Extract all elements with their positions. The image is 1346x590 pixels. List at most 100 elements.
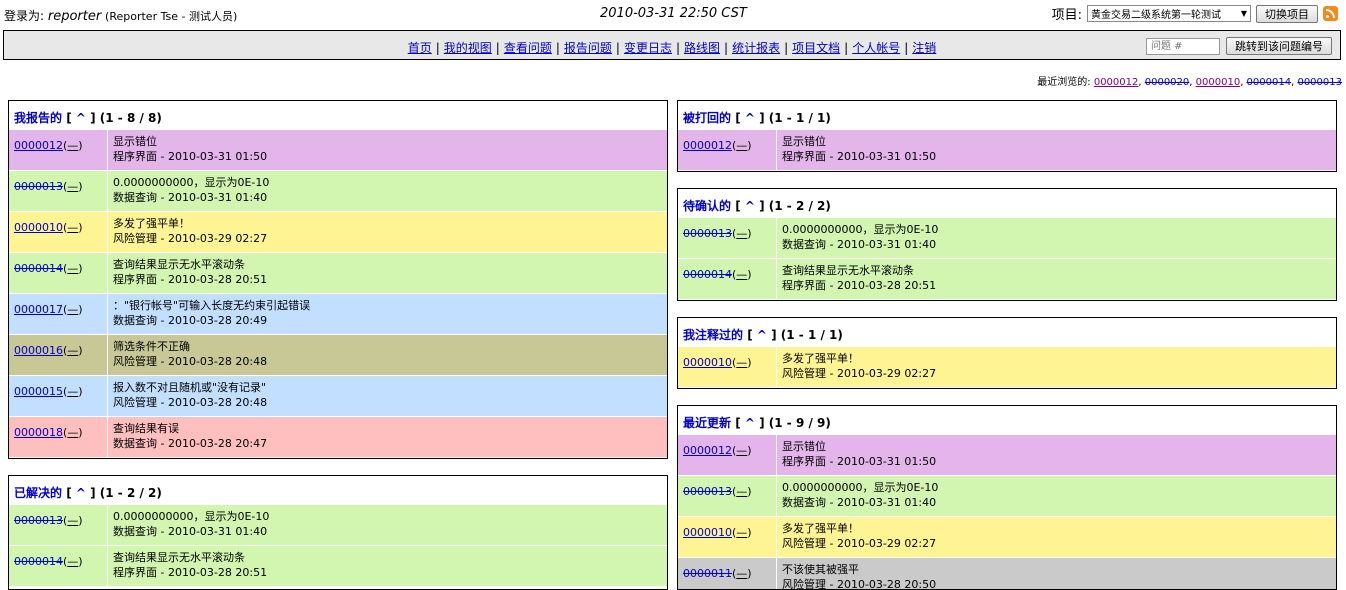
issue-summary-cell: 0.0000000000，显示为0E-10 数据查询 - 2010-03-31 0… (108, 505, 667, 545)
note-count-link[interactable]: — (736, 526, 747, 539)
switch-project-button[interactable]: 切换项目 (1256, 4, 1318, 23)
panel-title-link[interactable]: 我报告的 (14, 111, 62, 125)
issue-id-link[interactable]: 0000013 (683, 485, 732, 498)
issue-id-link[interactable]: 0000015 (14, 385, 63, 398)
note-count-link[interactable]: — (67, 139, 78, 152)
note-count-link[interactable]: — (736, 567, 747, 580)
collapse-up-link[interactable]: ^ (745, 111, 755, 125)
nav-link-6[interactable]: 统计报表 (732, 41, 780, 55)
panel-title-link[interactable]: 已解决的 (14, 486, 62, 500)
issue-row: 0000010(—) 多发了强平单！ 风险管理 - 2010-03-29 02:27 (678, 346, 1336, 387)
collapse-up-link[interactable]: ^ (757, 328, 767, 342)
note-count-link[interactable]: — (736, 139, 747, 152)
nav-link-3[interactable]: 报告问题 (564, 41, 612, 55)
panel-recently-modified: 最近更新 [ ^ ] (1 - 9 / 9) 0000012(—) 显示错位 程序界面… (677, 405, 1337, 590)
issue-row: 0000013(—) 0.0000000000，显示为0E-10 数据查询 - 20… (9, 504, 667, 545)
note-count-link[interactable]: — (736, 356, 747, 369)
issue-category-date: 风险管理 - 2010-03-29 02:27 (782, 367, 937, 380)
issue-category-date: 数据查询 - 2010-03-31 01:40 (782, 238, 937, 251)
note-count-link[interactable]: — (67, 426, 78, 439)
nav-separator: | (904, 41, 909, 55)
panel-count: (1 - 1 / 1) (768, 111, 831, 125)
recent-issue-link[interactable]: 0000020 (1145, 77, 1190, 88)
note-count-link[interactable]: — (736, 268, 747, 281)
note-count-link[interactable]: — (67, 180, 78, 193)
issue-summary: 筛选条件不正确 (113, 340, 190, 353)
note-count-link[interactable]: — (736, 444, 747, 457)
note-count-link[interactable]: — (736, 227, 747, 240)
note-count-link[interactable]: — (736, 485, 747, 498)
issue-id-link[interactable]: 0000017 (14, 303, 63, 316)
issue-id-link[interactable]: 0000016 (14, 344, 63, 357)
note-count-link[interactable]: — (67, 514, 78, 527)
paren-close: ) (78, 555, 83, 568)
issue-summary: 0.0000000000，显示为0E-10 (782, 223, 939, 236)
note-count-link[interactable]: — (67, 344, 78, 357)
issue-id-link[interactable]: 0000013 (683, 227, 732, 240)
nav-separator: | (675, 41, 681, 55)
issue-category-date: 程序界面 - 2010-03-31 01:50 (782, 455, 937, 468)
issue-summary: 显示错位 (782, 440, 826, 453)
issue-summary-cell: 报入数不对且随机或"没有记录" 风险管理 - 2010-03-28 20:48 (108, 376, 667, 416)
recent-issue-link[interactable]: 0000012 (1094, 77, 1139, 88)
collapse-up-link[interactable]: ^ (745, 416, 755, 430)
issue-id-link[interactable]: 0000013 (14, 514, 63, 527)
nav-link-5[interactable]: 路线图 (684, 41, 720, 55)
collapse-up-link[interactable]: ^ (76, 111, 86, 125)
issue-id-link[interactable]: 0000014 (683, 268, 732, 281)
issue-id-link[interactable]: 0000011 (683, 567, 732, 580)
nav-separator: | (555, 41, 560, 55)
panel-title-link[interactable]: 被打回的 (683, 111, 731, 125)
nav-link-7[interactable]: 项目文档 (792, 41, 840, 55)
panel-count: (1 - 2 / 2) (768, 199, 831, 213)
bracket-close: ] (754, 416, 769, 430)
panel-title-link[interactable]: 待确认的 (683, 199, 731, 213)
jump-to-issue-button[interactable]: 跳转到该问题编号 (1226, 37, 1332, 55)
panel-title-link[interactable]: 我注释过的 (683, 328, 743, 342)
rss-feed-icon[interactable] (1323, 6, 1338, 21)
issue-id-link[interactable]: 0000013 (14, 180, 63, 193)
project-select[interactable]: 黄金交易二级系统第一轮测试 ▼ (1087, 5, 1251, 22)
nav-links: 首页 | 我的视图 | 查看问题 | 报告问题 | 变更日志 | 路线图 | 统计报表 | 项目文档 | 个人帐… (4, 39, 1340, 56)
bracket-close: ] (754, 199, 769, 213)
issue-summary-cell: 0.0000000000，显示为0E-10 数据查询 - 2010-03-31 0… (777, 218, 1336, 258)
collapse-up-link[interactable]: ^ (745, 199, 755, 213)
nav-link-9[interactable]: 注销 (912, 41, 936, 55)
paren-close: ) (78, 385, 83, 398)
issue-id-link[interactable]: 0000018 (14, 426, 63, 439)
recent-issue-link[interactable]: 0000014 (1247, 77, 1292, 88)
nav-link-0[interactable]: 首页 (408, 41, 432, 55)
nav-link-1[interactable]: 我的视图 (444, 41, 492, 55)
nav-link-8[interactable]: 个人帐号 (852, 41, 900, 55)
issue-id-link[interactable]: 0000010 (683, 356, 732, 369)
issue-number-input[interactable] (1146, 37, 1220, 55)
issue-id-link[interactable]: 0000014 (14, 555, 63, 568)
bracket-open: [ (66, 111, 76, 125)
recent-issue-link[interactable]: 0000013 (1297, 77, 1342, 88)
issue-id-link[interactable]: 0000014 (14, 262, 63, 275)
issue-id-link[interactable]: 0000010 (683, 526, 732, 539)
issue-id-link[interactable]: 0000012 (683, 139, 732, 152)
bracket-close: ] (766, 328, 781, 342)
note-count-link[interactable]: — (67, 303, 78, 316)
issue-id-link[interactable]: 0000012 (14, 139, 63, 152)
paren-close: ) (78, 262, 83, 275)
nav-link-2[interactable]: 查看问题 (504, 41, 552, 55)
panel-title-link[interactable]: 最近更新 (683, 416, 731, 430)
bracket-open: [ (735, 199, 745, 213)
bracket-close: ] (754, 111, 769, 125)
recent-issue-link[interactable]: 0000010 (1196, 77, 1241, 88)
note-count-link[interactable]: — (67, 385, 78, 398)
issue-id-link[interactable]: 0000012 (683, 444, 732, 457)
paren-close: ) (747, 356, 752, 369)
issue-id-cell: 0000010(—) (9, 212, 108, 252)
note-count-link[interactable]: — (67, 262, 78, 275)
note-count-link[interactable]: — (67, 555, 78, 568)
nav-link-4[interactable]: 变更日志 (624, 41, 672, 55)
note-count-link[interactable]: — (67, 221, 78, 234)
issue-row: 0000010(—) 多发了强平单！ 风险管理 - 2010-03-29 02:27 (678, 516, 1336, 557)
issue-id-link[interactable]: 0000010 (14, 221, 63, 234)
paren-close: ) (78, 344, 83, 357)
issue-summary-cell: 多发了强平单！ 风险管理 - 2010-03-29 02:27 (777, 517, 1336, 557)
collapse-up-link[interactable]: ^ (76, 486, 86, 500)
